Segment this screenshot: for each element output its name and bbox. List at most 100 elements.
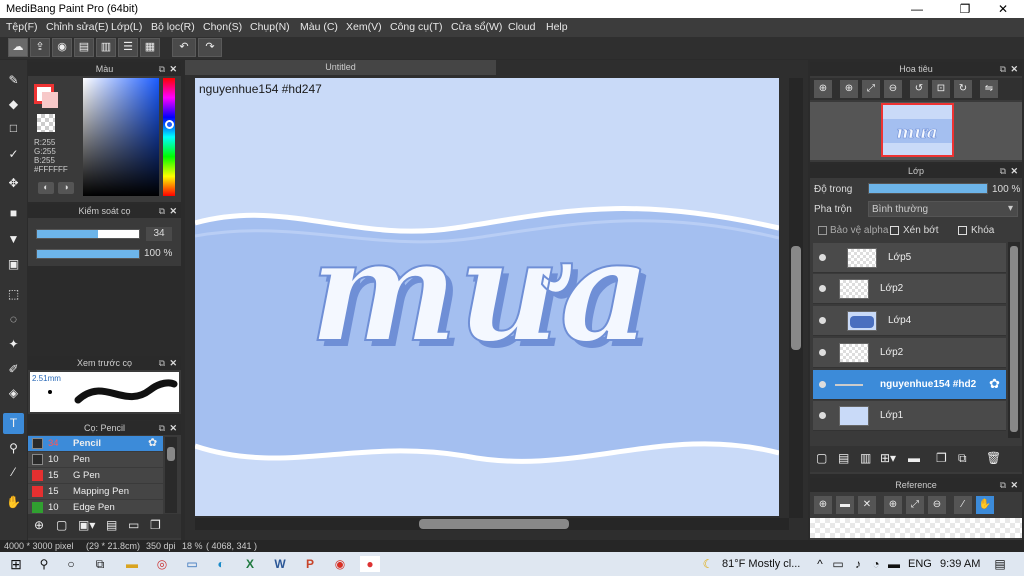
close-button[interactable]: ✕ [980, 0, 1024, 18]
eye-icon[interactable] [819, 381, 826, 388]
layer-row[interactable]: Lớp4 [813, 306, 1006, 336]
edge-icon[interactable]: ◐ [213, 556, 229, 572]
layer-row[interactable]: Lớp2 [813, 338, 1006, 368]
eyedropper-icon[interactable]: ⁄ [954, 496, 972, 514]
swap-color-icon[interactable]: ◑ [58, 182, 74, 194]
pin-icon[interactable]: ⧉ [159, 62, 165, 76]
chevron-up-icon[interactable]: ^ [812, 556, 828, 572]
flip-icon[interactable]: ⇋ [980, 80, 998, 98]
gradient-tool-icon[interactable]: ▣ [3, 254, 24, 275]
brush-opacity-slider[interactable] [36, 249, 140, 259]
blend-mode-select[interactable]: Bình thường ▾ [868, 201, 1018, 217]
delete-layer-icon[interactable]: 🗑 [986, 451, 1001, 465]
text-tool-icon[interactable]: T [3, 413, 24, 434]
cloud-icon[interactable]: ☁ [8, 38, 28, 57]
brush-duplicate-icon[interactable]: ❐ [150, 518, 166, 534]
zoom-in-icon[interactable]: ⊕ [814, 80, 832, 98]
eyedropper-tool-icon[interactable]: ⁄ [3, 462, 24, 483]
protect-alpha-checkbox[interactable] [818, 226, 827, 235]
pin-icon[interactable]: ⧉ [159, 421, 165, 435]
pin-icon[interactable]: ⧉ [159, 356, 165, 370]
menu-color[interactable]: Màu (C) [300, 21, 338, 33]
hand-tool-icon[interactable]: ✋ [3, 492, 24, 513]
undo-icon[interactable]: ↶ [172, 38, 196, 57]
zoom-tool-icon[interactable]: ⚲ [3, 438, 24, 459]
transparent-color-swatch[interactable] [37, 114, 55, 132]
powerpoint-icon[interactable]: P [302, 556, 318, 572]
hue-slider-handle[interactable] [165, 120, 174, 129]
brush-size-value[interactable]: 34 [146, 227, 172, 241]
folder-icon[interactable]: ▬ [908, 451, 920, 465]
layer-row-selected[interactable]: nguyenhue154 #hd2 ✿ [813, 370, 1006, 400]
search-icon[interactable]: ⚲ [36, 556, 52, 572]
medibang-icon[interactable]: ● [360, 556, 380, 572]
palette-icon[interactable]: ◐ [38, 182, 54, 194]
color-picker-square[interactable] [83, 78, 159, 196]
menu-window[interactable]: Cửa sổ(W) [451, 21, 502, 33]
menu-capture[interactable]: Chụp(N) [250, 21, 290, 33]
add-brush-icon[interactable]: ⊕ [34, 518, 50, 534]
brush-item-g-pen[interactable]: 15 G Pen [28, 468, 163, 483]
chrome-icon[interactable]: ◉ [332, 556, 348, 572]
select-eraser-icon[interactable]: ◈ [3, 383, 24, 404]
horizontal-scrollbar[interactable] [195, 518, 789, 530]
eye-icon[interactable] [819, 412, 826, 419]
brush-paste-icon[interactable]: ▭ [128, 518, 144, 534]
brush-item-pencil[interactable]: 34 Pencil ✿ [28, 436, 163, 451]
brush-list-scrollbar[interactable] [165, 437, 177, 513]
layers-scrollbar[interactable] [1008, 242, 1020, 438]
duplicate-layer-icon[interactable]: ❐ [936, 451, 947, 465]
notification-icon[interactable]: ▤ [992, 556, 1008, 572]
clipping-checkbox[interactable] [890, 226, 899, 235]
layer-row[interactable]: Lớp5 [813, 243, 1006, 273]
document-icon[interactable]: ▥ [96, 38, 116, 57]
close-icon[interactable]: ✕ [169, 204, 177, 218]
magic-wand-icon[interactable]: ✦ [3, 334, 24, 355]
pen-tool-icon[interactable]: ✓ [3, 144, 24, 165]
close-icon[interactable]: ✕ [169, 62, 177, 76]
wifi-icon[interactable]: ◔ [868, 556, 884, 572]
menu-view[interactable]: Xem(V) [346, 21, 382, 33]
bucket-tool-icon[interactable]: ▼ [3, 229, 24, 250]
merge-layer-icon[interactable]: ⧉ [958, 451, 967, 466]
canvas[interactable]: mưa mưa nguyenhue154 #hd247 [195, 78, 779, 516]
zoom-in-icon[interactable]: ⊕ [884, 496, 902, 514]
close-icon[interactable]: ✕ [1010, 478, 1018, 492]
cortana-icon[interactable]: ○ [63, 556, 79, 572]
open-folder-icon[interactable]: ▬ [836, 496, 854, 514]
language-indicator[interactable]: ENG [908, 558, 932, 570]
eraser-tool-icon[interactable]: ◆ [3, 94, 24, 115]
rotate-right-icon[interactable]: ↻ [954, 80, 972, 98]
clock[interactable]: 9:39 AM [940, 558, 980, 570]
vertical-scrollbar[interactable] [789, 78, 803, 518]
menu-filter[interactable]: Bộ lọc(R) [151, 21, 195, 33]
rectangle-tool-icon[interactable]: □ [3, 118, 24, 139]
brush-item-edge-pen[interactable]: 10 Edge Pen [28, 500, 163, 514]
document-tab[interactable]: Untitled [185, 60, 496, 75]
add-layer-menu-icon[interactable]: ⊞▾ [880, 451, 896, 465]
grid-icon[interactable]: ▦ [140, 38, 160, 57]
brush-size-slider[interactable] [36, 229, 140, 239]
layer-row[interactable]: Lớp1 [813, 401, 1006, 431]
new-layer-alt-icon[interactable]: ▤ [838, 451, 849, 465]
excel-icon[interactable]: X [242, 556, 258, 572]
file-explorer-icon[interactable]: ▬ [124, 556, 140, 572]
eye-icon[interactable] [819, 349, 826, 356]
upload-icon[interactable]: ⇪ [30, 38, 50, 57]
menu-help[interactable]: Help [546, 21, 568, 33]
navigator-thumbnail[interactable]: mưa [881, 103, 954, 157]
redo-icon[interactable]: ↷ [198, 38, 222, 57]
menu-select[interactable]: Chọn(S) [203, 21, 242, 33]
monitor-icon[interactable]: ▭ [184, 556, 200, 572]
task-view-icon[interactable]: ⧉ [92, 556, 108, 572]
pin-icon[interactable]: ⧉ [159, 204, 165, 218]
add-reference-icon[interactable]: ⊕ [814, 496, 832, 514]
eye-icon[interactable] [819, 317, 826, 324]
app-icon[interactable]: ◎ [154, 556, 170, 572]
gear-icon[interactable]: ✿ [148, 436, 157, 449]
minimize-button[interactable]: — [894, 0, 940, 18]
lock-checkbox[interactable] [958, 226, 967, 235]
weather-text[interactable]: 81°F Mostly cl... [722, 558, 800, 570]
start-icon[interactable]: ⊞ [8, 556, 24, 572]
word-icon[interactable]: W [272, 556, 288, 572]
